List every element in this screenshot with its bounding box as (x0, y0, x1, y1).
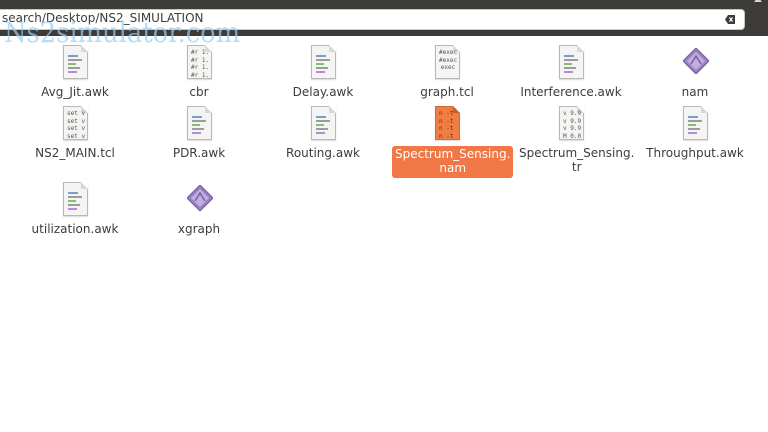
text-file-icon: #exec #exec exec (432, 43, 462, 81)
file-name: graph.tcl (420, 85, 474, 99)
text-file-icon: v 9.9 v 9.9 v 9.9 M 0.0 (556, 104, 586, 142)
file-item[interactable]: #r 1. #r 1. #r 1. #r 1. cbr (144, 43, 254, 100)
text-file-icon (60, 180, 90, 218)
file-name: PDR.awk (172, 146, 226, 160)
file-item[interactable]: v 9.9 v 9.9 v 9.9 M 0.0 Spectrum_Sensing… (516, 104, 634, 175)
file-item[interactable]: Routing.awk (268, 104, 378, 161)
executable-icon (680, 43, 710, 81)
clear-icon[interactable] (725, 14, 736, 25)
text-file-icon (184, 104, 214, 142)
file-item[interactable]: PDR.awk (144, 104, 254, 161)
file-item[interactable]: xgraph (144, 180, 254, 237)
text-file-icon (556, 43, 586, 81)
file-item[interactable]: Interference.awk (516, 43, 626, 100)
file-name: Avg_Jit.awk (41, 85, 109, 99)
file-preview: v 9.9 v 9.9 v 9.9 M 0.0 (563, 110, 582, 140)
file-name: xgraph (177, 222, 221, 236)
file-preview: set v set v set v set v (67, 110, 86, 140)
file-name: Routing.awk (286, 146, 360, 160)
file-name: NS2_MAIN.tcl (35, 146, 115, 160)
file-item[interactable]: #exec #exec exec graph.tcl (392, 43, 502, 100)
executable-icon (184, 180, 214, 218)
file-preview: #r 1. #r 1. #r 1. #r 1. (191, 49, 210, 79)
file-item[interactable]: set v set v set v set v NS2_MAIN.tcl (20, 104, 130, 161)
file-item[interactable]: nam (640, 43, 750, 100)
text-file-icon: set v set v set v set v (60, 104, 90, 142)
text-file-icon: n -t n -t n -t n -t (432, 104, 462, 142)
text-file-icon (680, 104, 710, 142)
file-preview: n -t n -t n -t n -t (439, 110, 454, 140)
file-item[interactable]: utilization.awk (20, 180, 130, 237)
file-preview: #exec #exec exec (439, 49, 458, 71)
chevron-up-icon[interactable] (754, 0, 762, 2)
text-file-icon (308, 104, 338, 142)
file-item[interactable]: Delay.awk (268, 43, 378, 100)
file-item[interactable]: Throughput.awk (640, 104, 750, 161)
text-file-icon: #r 1. #r 1. #r 1. #r 1. (184, 43, 214, 81)
file-name: Delay.awk (292, 85, 354, 99)
file-name: utilization.awk (31, 222, 119, 236)
text-file-icon (60, 43, 90, 81)
file-name: Spectrum_Sensing. nam (392, 146, 514, 178)
file-name: nam (681, 85, 709, 99)
file-name: Throughput.awk (646, 146, 744, 160)
file-item[interactable]: Avg_Jit.awk (20, 43, 130, 100)
file-name: cbr (189, 85, 209, 99)
text-file-icon (308, 43, 338, 81)
file-name: Interference.awk (520, 85, 622, 99)
file-item-selected[interactable]: n -t n -t n -t n -t Spectrum_Sensing. na… (392, 104, 514, 178)
file-name: Spectrum_Sensing. tr (519, 146, 635, 174)
